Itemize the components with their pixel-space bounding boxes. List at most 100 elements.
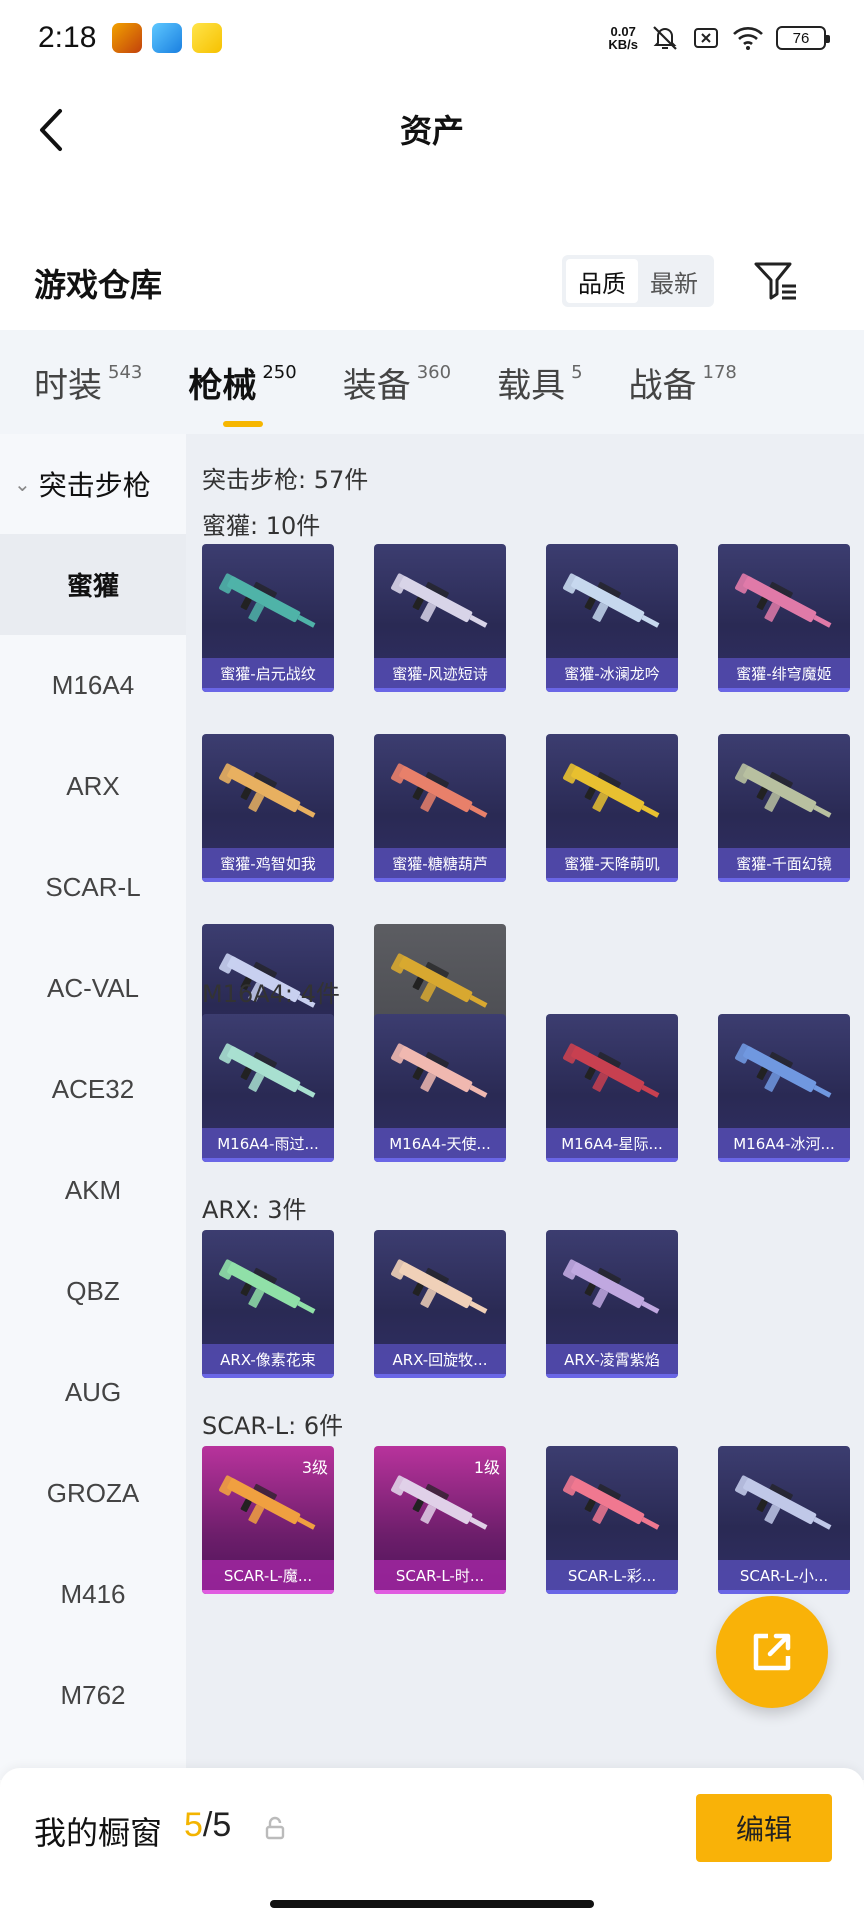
- status-time: 2:18: [38, 21, 97, 54]
- rifle-icon: [391, 1475, 488, 1530]
- net-speed-unit: KB/s: [608, 37, 638, 52]
- tab-count: 543: [108, 361, 143, 383]
- skin-card[interactable]: ARX-凌霄紫焰: [546, 1230, 678, 1378]
- item-grid: 突击步枪: 57件 蜜獾: 10件 蜜獾-启元战纹 蜜獾-风迹短诗 蜜獾-冰澜龙吟 蜜獾…: [186, 434, 864, 1780]
- level-badge: 3级: [301, 1458, 328, 1477]
- status-app-icons: [112, 23, 223, 53]
- section-header: SCAR-L: 6件: [202, 1412, 344, 1440]
- sidebar-item[interactable]: AC-VAL: [0, 938, 186, 1039]
- weapon-sidebar: ⌄ 突击步枪 蜜獾 M16A4 ARX SCAR-L AC-VAL ACE32 AKM QBZ…: [0, 434, 186, 1780]
- skin-name: M16A4-雨过...: [202, 1128, 334, 1158]
- section-header: 蜜獾: 10件: [202, 512, 321, 540]
- skin-name: 蜜獾-风迹短诗: [374, 658, 506, 688]
- skin-name: SCAR-L-魔...: [202, 1560, 334, 1590]
- game-app-icon: [112, 23, 143, 53]
- sidebar-item[interactable]: 蜜獾: [0, 534, 186, 635]
- tab-supplies[interactable]: 战备 178: [615, 358, 751, 407]
- sort-newest-button[interactable]: 最新: [638, 259, 710, 303]
- edit-button[interactable]: 编辑: [696, 1794, 832, 1862]
- sidebar-list: 蜜獾 M16A4 ARX SCAR-L AC-VAL ACE32 AKM QBZ AUG GROZ…: [0, 534, 186, 1746]
- skin-name: ARX-像素花束: [202, 1344, 334, 1374]
- browser-app-icon: [152, 23, 183, 53]
- tab-count: 360: [416, 361, 452, 383]
- sidebar-item[interactable]: M16A4: [0, 635, 186, 736]
- skin-card[interactable]: 蜜獾-糖糖葫芦: [374, 734, 506, 882]
- sidebar-item[interactable]: QBZ: [0, 1241, 186, 1342]
- skin-name: 蜜獾-绯穹魔姬: [718, 658, 850, 688]
- skin-card[interactable]: SCAR-L-小...: [718, 1446, 850, 1594]
- skin-card[interactable]: M16A4-雨过...: [202, 1014, 334, 1162]
- tab-count: 250: [262, 361, 297, 383]
- sidebar-item[interactable]: M762: [0, 1645, 186, 1746]
- showcase-label: 我的橱窗: [34, 1814, 163, 1852]
- sidebar-item[interactable]: AUG: [0, 1342, 186, 1443]
- rifle-icon: [735, 573, 832, 628]
- skin-name: SCAR-L-小...: [718, 1560, 850, 1590]
- sidebar-item[interactable]: ACE32: [0, 1039, 186, 1140]
- sidebar-item[interactable]: M416: [0, 1544, 186, 1645]
- lock-icon: [265, 1816, 285, 1840]
- skin-card[interactable]: 蜜獾-天降萌叽: [546, 734, 678, 882]
- skin-card[interactable]: 蜜獾-鸡智如我: [202, 734, 334, 882]
- skin-card[interactable]: 蜜獾-冰澜龙吟: [546, 544, 678, 692]
- tab-label: 战备: [628, 365, 697, 406]
- skin-card[interactable]: 3级 SCAR-L-魔...: [202, 1446, 334, 1594]
- skin-card[interactable]: 1级 SCAR-L-时...: [374, 1446, 506, 1594]
- rifle-icon: [563, 1259, 660, 1314]
- skin-card[interactable]: 蜜獾-风迹短诗: [374, 544, 506, 692]
- section-header: ARX: 3件: [202, 1196, 307, 1224]
- tab-fashion[interactable]: 时装 543: [20, 358, 156, 407]
- tab-equipment[interactable]: 装备 360: [329, 358, 465, 407]
- share-button[interactable]: [716, 1596, 828, 1708]
- sidebar-item[interactable]: SCAR-L: [0, 837, 186, 938]
- level-badge: 1级: [473, 1458, 500, 1477]
- skin-name: SCAR-L-彩...: [546, 1560, 678, 1590]
- showcase-current: 5: [184, 1806, 203, 1844]
- skin-card[interactable]: SCAR-L-彩...: [546, 1446, 678, 1594]
- tab-count: 5: [571, 361, 583, 383]
- sort-quality-button[interactable]: 品质: [566, 259, 638, 303]
- rifle-icon: [219, 1043, 316, 1098]
- showcase-bar: 我的橱窗 5/5 编辑: [0, 1768, 864, 1920]
- sidebar-item[interactable]: ARX: [0, 736, 186, 837]
- skin-card[interactable]: M16A4-冰河...: [718, 1014, 850, 1162]
- rifle-icon: [563, 1475, 660, 1530]
- rifle-icon: [735, 763, 832, 818]
- skin-card[interactable]: ARX-像素花束: [202, 1230, 334, 1378]
- tab-vehicles[interactable]: 载具 5: [483, 358, 596, 407]
- skin-card[interactable]: M16A4-天使...: [374, 1014, 506, 1162]
- rifle-icon: [391, 1043, 488, 1098]
- skin-card[interactable]: M16A4-星际...: [546, 1014, 678, 1162]
- skin-card[interactable]: 蜜獾-绯穹魔姬: [718, 544, 850, 692]
- skin-card[interactable]: ARX-回旋牧...: [374, 1230, 506, 1378]
- warehouse-title: 游戏仓库: [34, 266, 163, 304]
- sidebar-item[interactable]: AKM: [0, 1140, 186, 1241]
- skin-name: 蜜獾-天降萌叽: [546, 848, 678, 878]
- share-icon: [753, 1633, 791, 1671]
- rifle-icon: [219, 573, 316, 628]
- tab-firearms[interactable]: 枪械 250: [174, 358, 310, 427]
- tab-label: 枪械: [188, 365, 257, 406]
- sidebar-item[interactable]: GROZA: [0, 1443, 186, 1544]
- showcase-count: 5/5: [184, 1806, 231, 1845]
- tab-label: 时装: [34, 365, 102, 406]
- sidebar-group-header[interactable]: ⌄ 突击步枪: [0, 434, 186, 534]
- rifle-icon: [219, 763, 316, 818]
- battery-level: 76: [792, 29, 810, 47]
- sidebar-group-label: 突击步枪: [38, 469, 151, 502]
- tab-label: 装备: [342, 365, 411, 406]
- section-header: M16A4: 4件: [202, 980, 340, 1008]
- skin-name: M16A4-冰河...: [718, 1128, 850, 1158]
- skin-name: M16A4-星际...: [546, 1128, 678, 1158]
- tab-count: 178: [702, 361, 737, 383]
- rifle-icon: [563, 763, 660, 818]
- category-tabs: 时装 543 枪械 250 装备 360 载具 5 战备 178: [0, 330, 864, 434]
- rifle-icon: [391, 1259, 488, 1314]
- rifle-icon: [735, 1043, 832, 1098]
- home-indicator[interactable]: [270, 1900, 594, 1908]
- header: 资产: [0, 76, 864, 186]
- skin-card[interactable]: 蜜獾-千面幻镜: [718, 734, 850, 882]
- filter-button[interactable]: [750, 256, 800, 306]
- chat-app-icon: [192, 23, 223, 53]
- skin-card[interactable]: 蜜獾-启元战纹: [202, 544, 334, 692]
